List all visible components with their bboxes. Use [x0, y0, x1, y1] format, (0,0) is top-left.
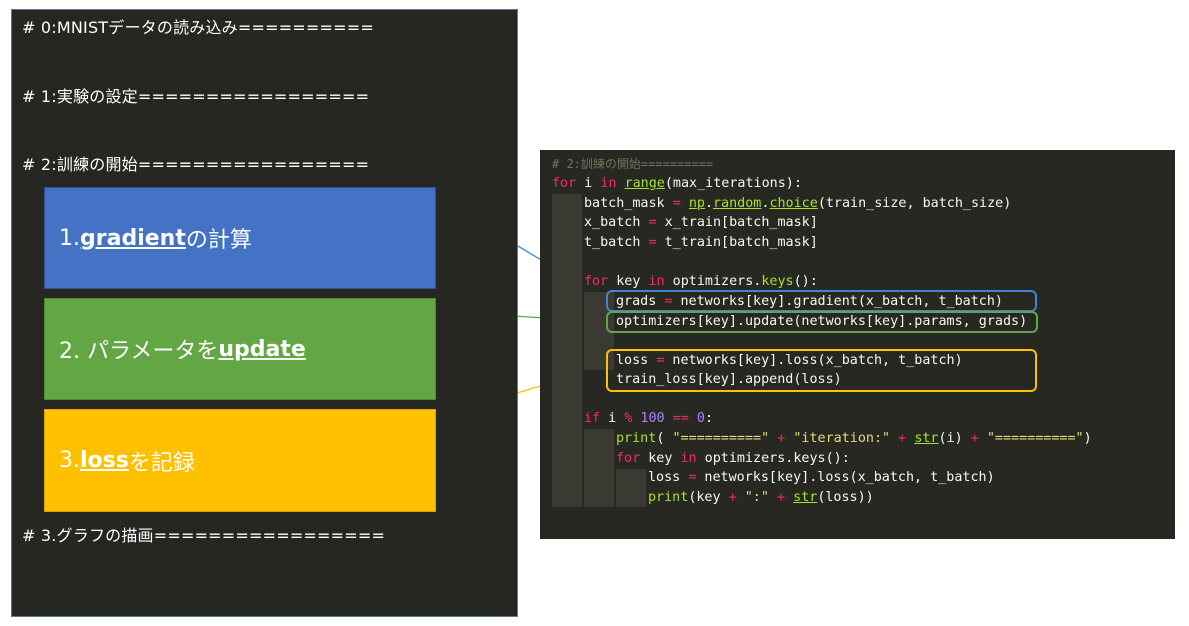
- code-print-iteration-line: print( "==========" + "iteration:" + str…: [616, 429, 1092, 448]
- code-token: networks[key].loss(x_batch, t_batch): [664, 353, 963, 368]
- code-editor-panel: # 2:訓練の開始========== for i in range(max_i…: [540, 150, 1175, 539]
- code-token: print: [616, 431, 657, 446]
- code-token: :: [704, 411, 713, 426]
- code-token: keys: [761, 274, 794, 289]
- code-token: in: [648, 274, 665, 289]
- code-token: range: [624, 176, 665, 191]
- indent-guide: [584, 429, 614, 507]
- code-if-line: if i % 100 == 0:: [584, 409, 713, 428]
- step-3-suffix: を記録: [128, 450, 195, 476]
- step-1-prefix: 1.: [59, 225, 80, 251]
- code-token: for: [616, 451, 641, 466]
- code-token: in: [680, 451, 697, 466]
- code-token: .: [704, 196, 713, 211]
- step-gradient-box: 1. gradient の計算: [44, 187, 436, 289]
- code-token: random: [713, 196, 762, 211]
- code-token: "==========": [986, 431, 1084, 446]
- code-token: choice: [769, 196, 818, 211]
- code-token: +: [728, 490, 737, 505]
- code-token: optimizers.: [664, 274, 762, 289]
- code-token: i: [600, 411, 625, 426]
- code-token: x_train[batch_mask]: [656, 215, 818, 230]
- code-loss-line: loss = networks[key].loss(x_batch, t_bat…: [616, 351, 963, 370]
- step-1-keyword: gradient: [80, 225, 186, 251]
- code-token: +: [890, 431, 915, 446]
- step-update-box: 2. パラメータを update: [44, 298, 436, 400]
- code-token: +: [970, 431, 979, 446]
- indent-guide: [552, 194, 582, 507]
- code-token: (key: [688, 490, 729, 505]
- code-token: (max_iterations):: [664, 176, 802, 191]
- code-comment-line: # 2:訓練の開始==========: [552, 157, 714, 171]
- step-3-prefix: 3.: [59, 448, 80, 473]
- code-token: str: [914, 431, 939, 446]
- code-token: x_batch: [584, 215, 649, 230]
- code-token: key: [640, 451, 681, 466]
- code-token: in: [600, 176, 617, 191]
- code-token: grads: [616, 294, 665, 309]
- outline-panel: # 0:MNISTデータの読み込み========== # 1:実験の設定===…: [11, 9, 518, 617]
- step-2-prefix: 2. パラメータを: [59, 339, 219, 364]
- code-token: optimizers.keys():: [696, 451, 850, 466]
- code-grads-line: grads = networks[key].gradient(x_batch, …: [616, 292, 1003, 311]
- code-token: loss: [616, 353, 657, 368]
- code-token: =: [648, 235, 657, 250]
- code-token: if: [584, 411, 601, 426]
- heading-draw-graph: # 3.グラフの描画=================: [22, 526, 386, 545]
- code-token: print: [648, 490, 689, 505]
- code-token: key: [608, 274, 649, 289]
- indent-guide: [616, 469, 646, 507]
- code-token: i: [576, 176, 601, 191]
- code-for-loop-line: for i in range(max_iterations):: [552, 174, 802, 193]
- step-1-suffix: の計算: [185, 228, 252, 253]
- code-token: =: [672, 196, 681, 211]
- code-token: for: [584, 274, 609, 289]
- step-2-keyword: update: [218, 336, 306, 362]
- code-token: 100: [632, 411, 673, 426]
- code-token: networks[key].gradient(x_batch, t_batch): [672, 294, 1003, 309]
- code-append-line: train_loss[key].append(loss): [616, 372, 842, 387]
- code-token: str: [793, 490, 818, 505]
- heading-training-start: # 2:訓練の開始=================: [22, 155, 370, 174]
- code-for-key-inner-line: for key in optimizers.keys():: [616, 449, 850, 468]
- code-token: networks[key].loss(x_batch, t_batch): [696, 470, 995, 485]
- code-for-key-line: for key in optimizers.keys():: [584, 272, 818, 291]
- code-t-batch-line: t_batch = t_train[batch_mask]: [584, 233, 818, 252]
- heading-load-mnist: # 0:MNISTデータの読み込み==========: [22, 18, 374, 37]
- code-token: ":": [744, 490, 769, 505]
- code-token: ():: [793, 274, 818, 289]
- code-token: "iteration:": [793, 431, 891, 446]
- code-token: batch_mask: [584, 196, 673, 211]
- code-token: 0: [688, 411, 705, 426]
- code-token: (loss)): [817, 490, 874, 505]
- code-loss-inner-line: loss = networks[key].loss(x_batch, t_bat…: [648, 468, 995, 487]
- code-token: t_batch: [584, 235, 649, 250]
- code-token: +: [769, 431, 794, 446]
- code-token: for: [552, 176, 577, 191]
- code-token: "==========": [672, 431, 770, 446]
- code-token: +: [777, 490, 786, 505]
- step-3-keyword: loss: [80, 448, 129, 473]
- code-token: t_train[batch_mask]: [656, 235, 818, 250]
- code-x-batch-line: x_batch = x_train[batch_mask]: [584, 213, 818, 232]
- code-token: (: [656, 431, 673, 446]
- heading-experiment-settings: # 1:実験の設定=================: [22, 87, 370, 106]
- code-token: (i): [938, 431, 971, 446]
- code-token: ): [1083, 431, 1092, 446]
- code-token: =: [648, 215, 657, 230]
- code-token: (train_size, batch_size): [817, 196, 1012, 211]
- code-token: ==: [672, 411, 689, 426]
- code-token: np: [688, 196, 705, 211]
- code-print-loss-line: print(key + ":" + str(loss)): [648, 488, 874, 507]
- code-update-line: optimizers[key].update(networks[key].par…: [616, 314, 1028, 329]
- code-batch-mask-line: batch_mask = np.random.choice(train_size…: [584, 194, 1011, 213]
- code-token: loss: [648, 470, 689, 485]
- step-loss-box: 3. loss を記録: [44, 409, 436, 512]
